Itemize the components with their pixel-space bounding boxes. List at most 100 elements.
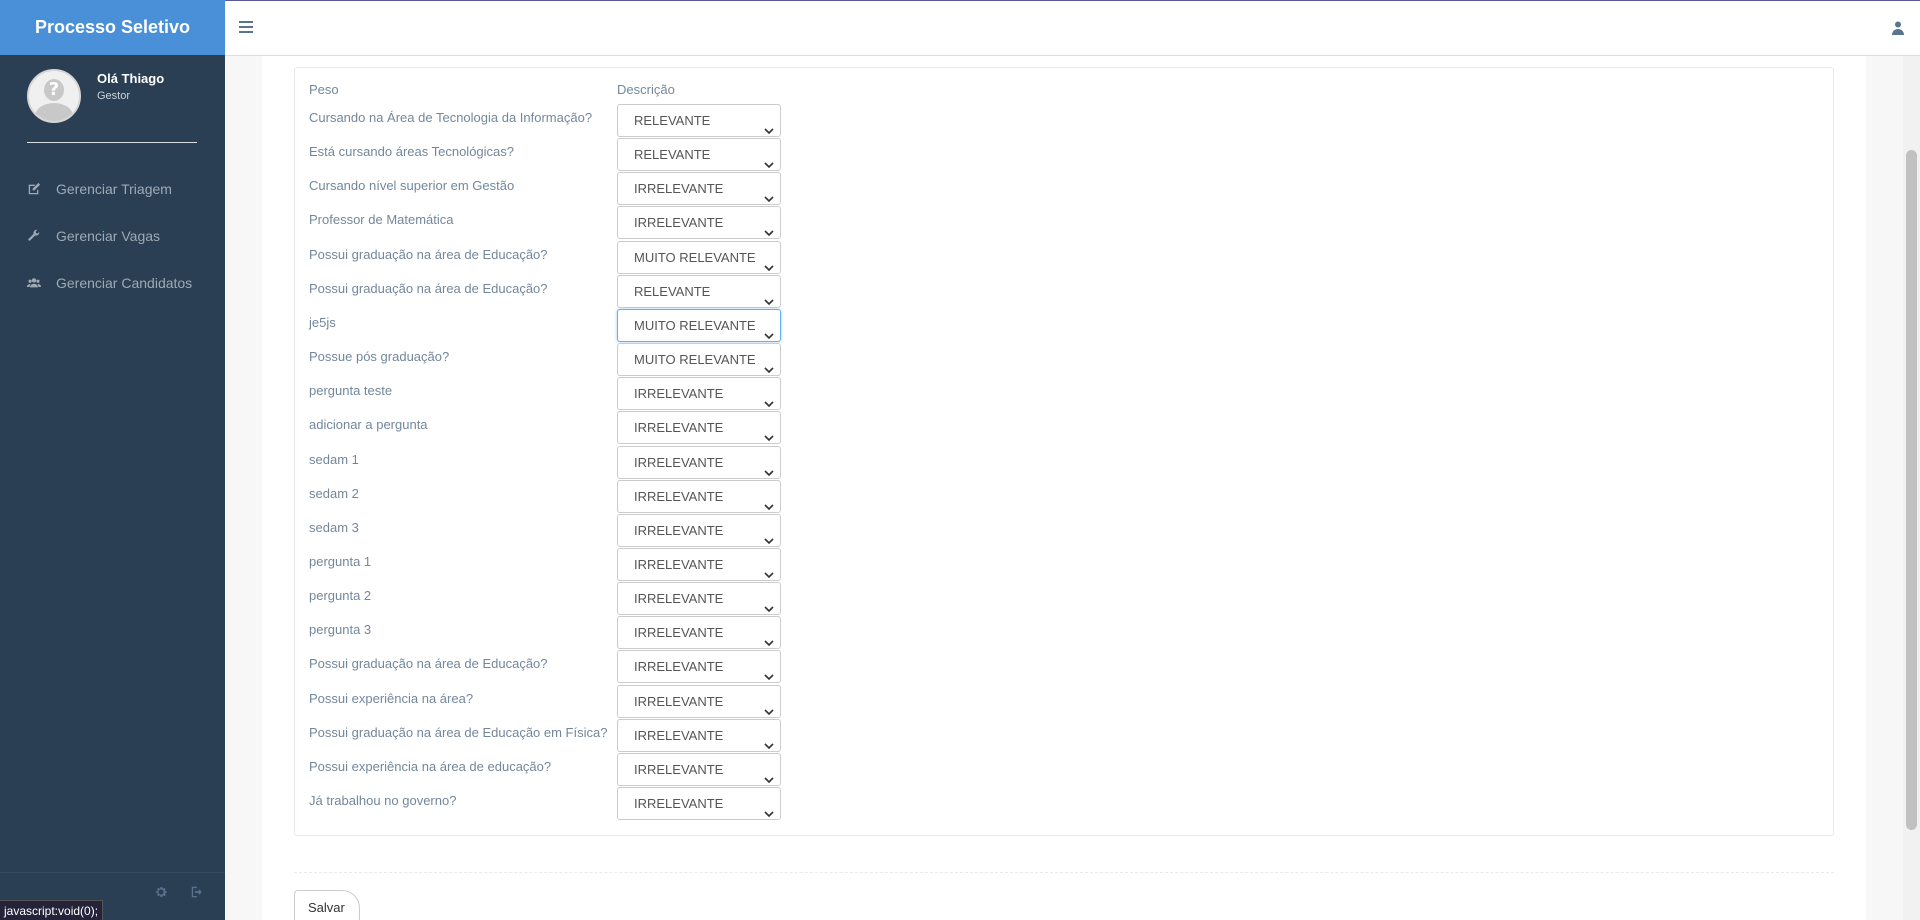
sidebar-item-label: Gerenciar Candidatos [56,274,193,291]
question-row: Possui experiência na área? IRRELEVANTE [295,684,1833,719]
column-header-peso: Peso [309,82,339,97]
weight-select[interactable]: IRRELEVANTE [617,684,781,718]
question-row: pergunta 3 IRRELEVANTE [295,616,1833,650]
avatar: ? [27,69,81,123]
weight-select[interactable]: IRRELEVANTE [617,547,781,581]
question-label: Possue pós graduação? [309,349,450,365]
weight-select[interactable]: IRRELEVANTE [617,787,781,820]
chevron-down-icon [764,116,774,135]
weight-select[interactable]: IRRELEVANTE [617,752,781,786]
weight-select-value: IRRELEVANTE [634,761,724,777]
question-row: Está cursando áreas Tecnológicas? RELEVAN… [295,138,1833,172]
weight-select[interactable]: IRRELEVANTE [617,445,781,479]
question-label: adicionar a pergunta [309,417,428,433]
question-label: Está cursando áreas Tecnológicas? [309,144,514,160]
weight-select[interactable]: IRRELEVANTE [617,718,781,752]
question-row: Possui graduação na área de Educação em … [295,718,1833,753]
question-label: Cursando na Área de Tecnologia da Inform… [309,110,593,125]
weight-select-value: IRRELEVANTE [634,181,724,197]
question-row: Possue pós graduação? MUITO RELEVANTE [295,343,1833,377]
user-role: Gestor [97,90,131,102]
weight-select[interactable]: IRRELEVANTE [617,513,781,547]
chevron-down-icon [764,765,774,783]
weight-select[interactable]: RELEVANTE [617,138,781,172]
question-row: pergunta teste IRRELEVANTE [295,377,1833,411]
question-row: je5js MUITO RELEVANTE [295,308,1833,343]
question-row: Já trabalhou no governo? IRRELEVANTE [295,787,1833,821]
edit-icon [27,182,41,196]
vertical-scrollbar[interactable] [1903,56,1920,920]
question-label: Possui experiência na área de educação? [309,758,552,774]
weight-select[interactable]: IRRELEVANTE [617,377,781,411]
save-button[interactable]: Salvar [294,890,360,920]
question-row: sedam 1 IRRELEVANTE [295,445,1833,480]
weight-select-value: IRRELEVANTE [634,522,724,538]
weight-select[interactable]: IRRELEVANTE [617,411,781,445]
question-label: pergunta teste [309,383,393,399]
weight-select[interactable]: IRRELEVANTE [617,650,781,684]
sidebar-item-candidatos[interactable]: Gerenciar Candidatos [0,259,225,306]
chevron-down-icon [764,526,774,544]
chevron-down-icon [764,287,774,305]
question-row: Cursando nível superior em Gestão IRRELEV… [295,172,1833,206]
main-content: Peso Descrição Cursando na Área de Tecno… [262,56,1866,920]
sidebar-item-triagem[interactable]: Gerenciar Triagem [0,165,225,212]
question-row: Possui graduação na área de Educação? REL… [295,274,1833,309]
weight-select-value: IRRELEVANTE [634,556,724,572]
weight-select[interactable]: IRRELEVANTE [617,479,781,513]
weight-select[interactable]: MUITO RELEVANTE [617,308,781,342]
wrench-icon [27,229,41,243]
weight-select[interactable]: MUITO RELEVANTE [617,240,781,274]
question-label: sedam 2 [309,485,359,501]
weight-select[interactable]: IRRELEVANTE [617,172,781,206]
question-label: pergunta 2 [309,588,372,604]
question-row: Possui graduação na área de Educação? MUI… [295,240,1833,275]
weight-select[interactable]: MUITO RELEVANTE [617,343,781,377]
scrollbar-thumb[interactable] [1906,150,1917,830]
weight-select-value: IRRELEVANTE [634,386,724,402]
question-row: adicionar a pergunta IRRELEVANTE [295,411,1833,445]
weight-select[interactable]: RELEVANTE [617,274,781,308]
question-label: sedam 1 [309,451,359,467]
chevron-down-icon [764,492,774,510]
logout-icon[interactable] [190,885,206,901]
weight-select-value: IRRELEVANTE [634,727,724,743]
weight-select-value: IRRELEVANTE [634,215,724,231]
question-label: pergunta 3 [309,622,372,638]
sidebar-item-vagas[interactable]: Gerenciar Vagas [0,212,225,259]
weight-select-value: MUITO RELEVANTE [634,249,756,265]
chevron-down-icon [764,423,774,442]
chevron-down-icon [764,355,774,374]
menu-toggle-icon[interactable] [239,21,253,33]
weight-select[interactable]: RELEVANTE [617,104,781,137]
weight-select[interactable]: IRRELEVANTE [617,206,781,240]
sidebar-item-label: Gerenciar Vagas [56,227,161,244]
sidebar-item-label: Gerenciar Triagem [56,180,172,197]
question-label: Possui graduação na área de Educação em … [309,724,608,740]
brand-title[interactable]: Processo Seletivo [0,0,225,55]
user-icon[interactable] [1892,21,1904,35]
weight-select-value: RELEVANTE [634,113,711,128]
chevron-down-icon [764,389,774,408]
weight-select-value: RELEVANTE [634,147,711,163]
chevron-down-icon [764,560,774,579]
sidebar-menu: Gerenciar Triagem Gerenciar Vagas Gerenc… [0,165,225,306]
weight-select[interactable]: IRRELEVANTE [617,582,781,616]
question-row: Possui experiência na área de educação? I… [295,752,1833,787]
question-row: pergunta 2 IRRELEVANTE [295,582,1833,616]
question-row: sedam 2 IRRELEVANTE [295,479,1833,514]
triagem-form-panel: Peso Descrição Cursando na Área de Tecno… [294,67,1834,836]
chevron-down-icon [764,184,774,203]
weight-select-value: IRRELEVANTE [634,454,724,470]
question-row: Professor de Matemática IRRELEVANTE [295,206,1833,240]
chevron-down-icon [764,662,774,681]
chevron-down-icon [764,731,774,749]
form-divider [294,872,1834,873]
weight-select[interactable]: IRRELEVANTE [617,616,781,650]
weight-select-value: IRRELEVANTE [634,659,724,675]
gear-icon[interactable] [154,885,170,901]
chevron-down-icon [764,458,774,476]
weight-select-value: IRRELEVANTE [634,796,724,811]
question-row: sedam 3 IRRELEVANTE [295,513,1833,548]
question-label: Já trabalhou no governo? [309,793,457,808]
